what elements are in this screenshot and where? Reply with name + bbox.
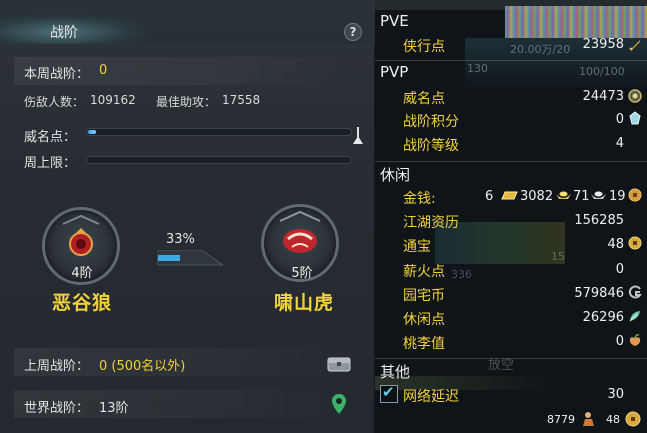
background-count-a: 336 (451, 268, 472, 281)
this-week-value: 0 (99, 63, 108, 78)
wolf-tier: 4阶 (71, 266, 93, 281)
leisure-points-value: 26296 (582, 310, 624, 325)
footer-coin-icon (625, 411, 641, 427)
tongbao-value: 48 (607, 237, 624, 252)
world-rank-label: 世界战阶： (24, 401, 90, 416)
network-latency-label: 网络延迟 (403, 389, 459, 405)
section-divider (375, 60, 647, 61)
help-button[interactable]: ? (344, 23, 362, 41)
character-icon (583, 412, 594, 426)
leisure-points-label: 休闲点 (403, 312, 445, 328)
gold-ingot-icon (556, 191, 571, 199)
weekly-cap-label: 周上限： (24, 156, 77, 171)
jianghu-record-value: 156285 (574, 213, 624, 228)
location-pin-icon[interactable] (331, 393, 347, 415)
peach-icon (629, 334, 641, 346)
best-assist-value: 17558 (222, 93, 261, 107)
leisure-header: 休闲 (380, 166, 411, 184)
last-week-label: 上周战阶： (24, 359, 90, 374)
rank-score-label: 战阶积分 (403, 114, 459, 130)
gold-bar-icon (501, 191, 518, 200)
peach-value-value: 0 (615, 334, 624, 349)
kills-label: 伤敌人数： (24, 95, 85, 109)
money-copper-value: 19 (609, 189, 626, 204)
panel-title-bar: 战阶 ? (0, 0, 375, 44)
fame-progress-fill (88, 130, 96, 134)
best-assist-label: 最佳助攻： (156, 95, 217, 109)
crystal-icon (629, 111, 641, 125)
battle-rank-panel: 战阶 ? 本周战阶： 0 伤敌人数： 109162 最佳助攻： 17558 威名… (0, 0, 375, 433)
this-week-label: 本周战阶： (24, 67, 90, 82)
home-coin-icon (628, 285, 642, 299)
kills-value: 109162 (90, 93, 136, 107)
cap-marker-icon (353, 127, 363, 144)
copper-coin-icon (628, 188, 642, 202)
money-gold-ingot-value: 3082 (520, 189, 554, 204)
home-coin-value: 579846 (574, 286, 624, 301)
other-header: 其他 (380, 363, 411, 381)
torch-points-label: 薪火点 (403, 264, 445, 280)
torch-points-value: 0 (615, 262, 624, 277)
weekly-cap-progress-bar (86, 156, 352, 164)
section-divider (375, 161, 647, 162)
currency-panel: 20.00万/20 130 100/100 336 15 放空 PVE 侠行点 … (375, 0, 647, 433)
footer-right-value: 48 (606, 413, 620, 426)
background-empty-label: 放空 (488, 358, 515, 373)
sword-icon (629, 40, 640, 51)
money-gold-bar-value: 6 (485, 189, 494, 204)
network-latency-value: 30 (607, 387, 624, 402)
world-rank-value: 13阶 (99, 401, 129, 416)
tiger-faction-name: 啸山虎 (273, 292, 334, 314)
rank-level-value: 4 (615, 136, 624, 151)
chivalry-label: 侠行点 (403, 39, 445, 55)
tiger-tier: 5阶 (291, 266, 313, 281)
fame-icon (628, 89, 642, 103)
background-ui-strip (505, 6, 647, 38)
fame-label: 威名点： (24, 130, 77, 145)
background-amount: 20.00万/20 (510, 43, 571, 56)
background-level: 130 (467, 62, 488, 75)
footer-left-value: 8779 (547, 413, 575, 426)
coin-icon (628, 236, 642, 250)
pvp-header: PVP (380, 63, 409, 81)
tongbao-label: 通宝 (403, 239, 431, 255)
rank-score-value: 0 (615, 112, 624, 127)
section-divider (375, 358, 647, 359)
advance-percent: 33% (166, 232, 195, 247)
advance-progress-bar (157, 250, 223, 266)
rank-level-label: 战阶等级 (403, 138, 459, 154)
pve-header: PVE (380, 12, 409, 30)
fame-points-label: 威名点 (403, 91, 445, 107)
wolf-faction-name: 恶谷狼 (51, 292, 112, 314)
checkmark-icon: ✔ (382, 383, 395, 401)
network-latency-checkbox[interactable]: ✔ (380, 383, 398, 403)
leaf-icon (629, 311, 640, 322)
chivalry-value: 23958 (582, 37, 624, 52)
silver-ingot-icon (591, 191, 606, 199)
fame-progress-bar (86, 128, 352, 136)
peach-value-label: 桃李值 (403, 336, 445, 352)
background-count-b: 15 (551, 250, 565, 263)
home-coin-label: 园宅币 (403, 288, 445, 304)
background-hp: 100/100 (579, 65, 625, 78)
jianghu-record-label: 江湖资历 (403, 215, 459, 231)
panel-title: 战阶 (50, 25, 78, 41)
last-week-value: 0 (500名以外) (99, 359, 186, 374)
chest-icon[interactable] (327, 354, 351, 372)
money-label: 金钱: (403, 191, 436, 207)
money-silver-ingot-value: 71 (573, 189, 590, 204)
fame-points-value: 24473 (582, 89, 624, 104)
